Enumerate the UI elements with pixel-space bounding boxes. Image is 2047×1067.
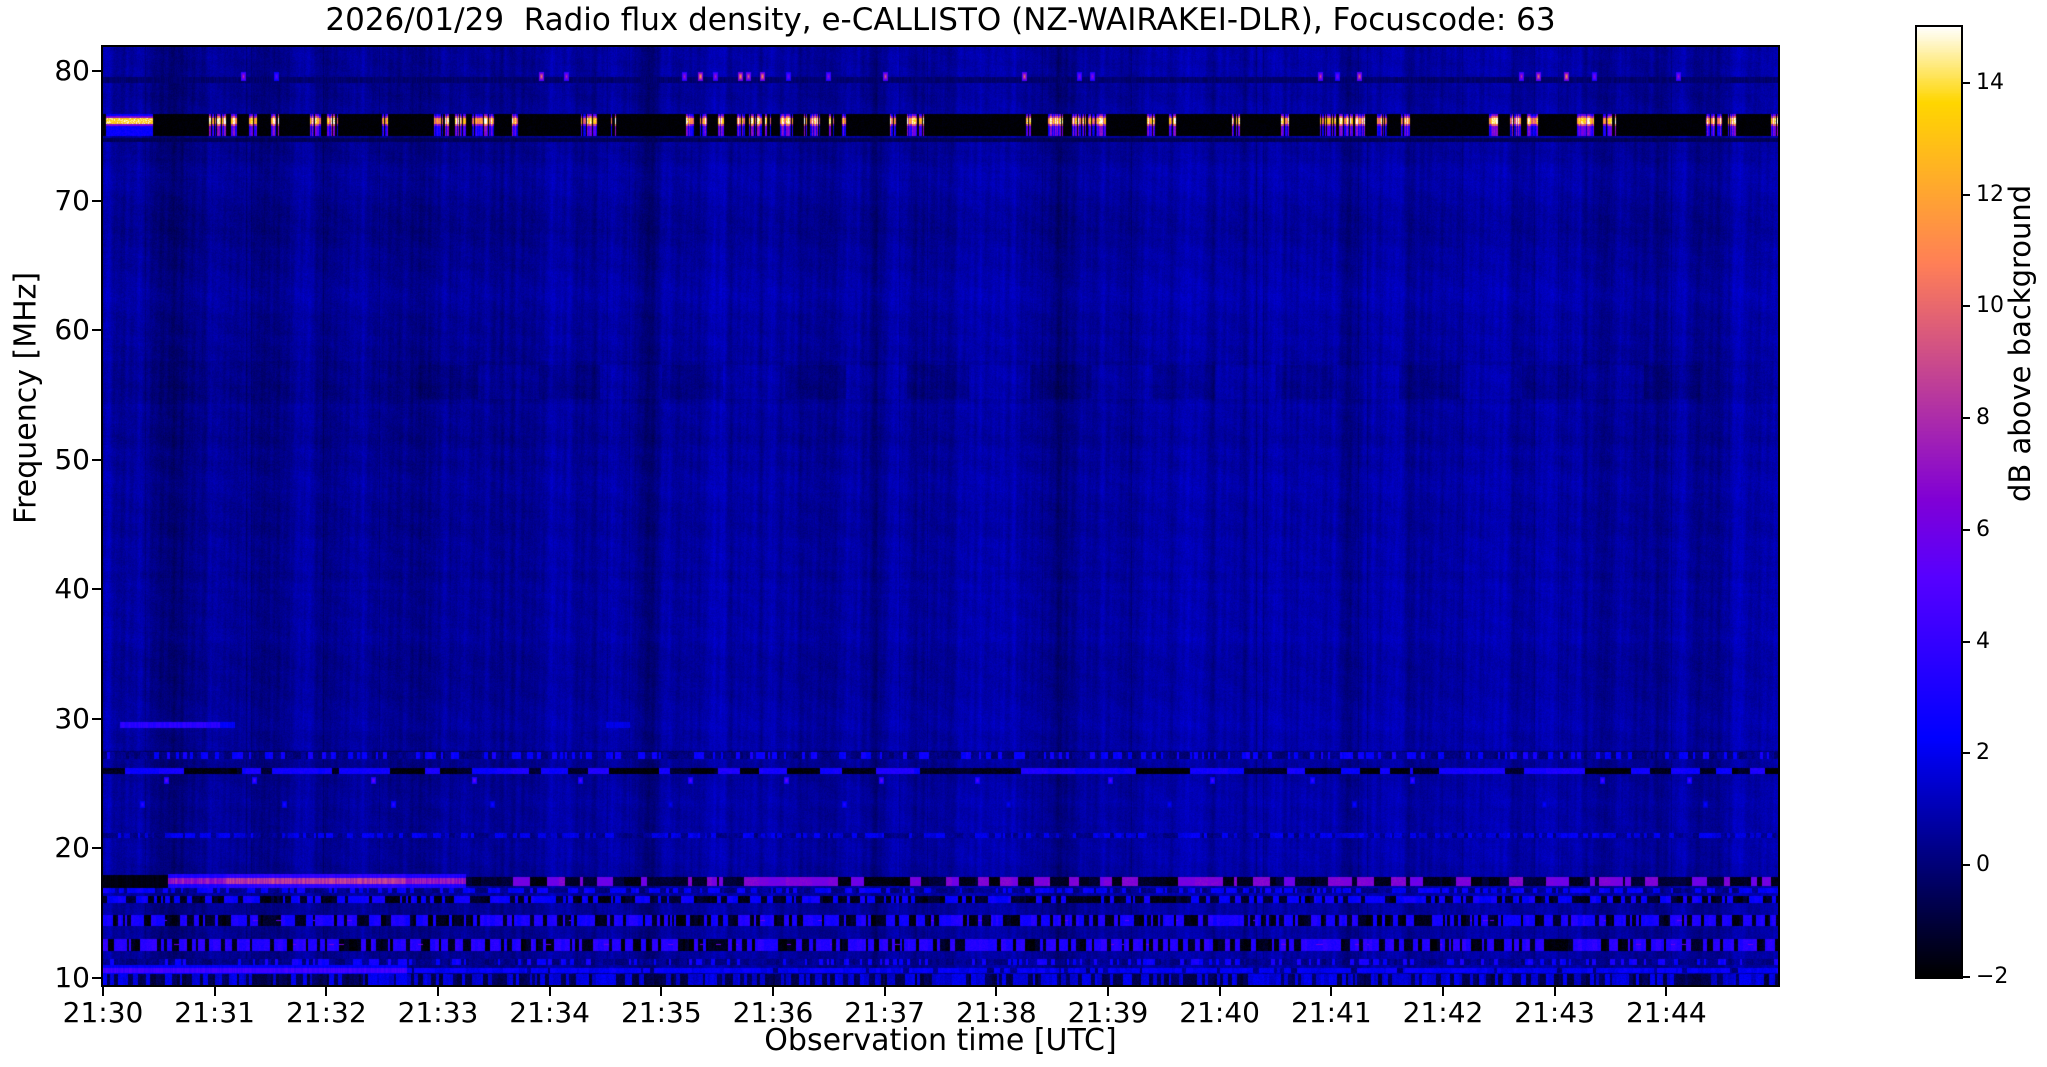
y-tick-label: 70 (54, 183, 90, 217)
y-tick-label: 40 (54, 572, 90, 606)
x-tick-mark (1665, 987, 1668, 996)
colorbar-tick-mark (1963, 976, 1970, 978)
colorbar-tick-label: −2 (1976, 964, 2009, 989)
colorbar-gradient (1917, 27, 1961, 977)
colorbar-tick-label: 10 (1976, 293, 2004, 319)
spectrogram-canvas (103, 47, 1778, 985)
colorbar-tick-mark (1963, 81, 1970, 84)
x-tick-mark (1330, 987, 1333, 996)
x-tick-mark (883, 987, 886, 996)
y-tick-mark (92, 70, 101, 72)
x-tick-mark (1553, 987, 1556, 996)
y-tick-mark (92, 458, 101, 461)
x-tick-mark (102, 987, 104, 996)
y-tick-label: 30 (54, 701, 90, 735)
x-tick-mark (995, 987, 998, 996)
colorbar-tick-mark (1963, 640, 1970, 643)
colorbar-tick-mark (1963, 864, 1970, 867)
x-tick-mark (1218, 987, 1221, 996)
x-tick-mark (1107, 987, 1109, 996)
y-tick-mark (92, 976, 101, 979)
figure: 2026/01/29 Radio flux density, e-CALLIST… (0, 0, 2047, 1067)
y-tick-mark (92, 588, 101, 591)
x-tick-mark (325, 987, 328, 996)
colorbar-tick-label: 4 (1976, 628, 1990, 654)
y-tick-mark (92, 847, 101, 850)
colorbar-tick-label: 2 (1976, 740, 1990, 766)
colorbar-tick-label: 12 (1976, 181, 2004, 207)
colorbar-tick-label: 14 (1976, 69, 2004, 95)
x-tick-mark (660, 987, 663, 996)
x-tick-mark (548, 987, 551, 996)
x-axis-label: Observation time [UTC] (764, 1023, 1117, 1058)
y-tick-label: 80 (54, 54, 90, 87)
y-tick-mark (92, 329, 101, 332)
x-tick-mark (437, 987, 439, 996)
colorbar-tick-mark (1963, 193, 1970, 196)
colorbar-tick-mark (1963, 305, 1970, 308)
y-tick-mark (92, 717, 101, 720)
y-tick-label: 20 (54, 831, 90, 865)
colorbar-tick-label: 8 (1976, 405, 1990, 431)
colorbar-tick-label: 6 (1976, 516, 1990, 542)
colorbar-tick-mark (1963, 417, 1970, 420)
colorbar-tick-mark (1963, 528, 1970, 531)
x-tick-mark (213, 987, 216, 996)
y-tick-mark (92, 199, 101, 202)
colorbar-tick-label: 0 (1976, 852, 1990, 878)
colorbar-tick-mark (1963, 752, 1970, 755)
figure-title: 2026/01/29 Radio flux density, e-CALLIST… (325, 2, 1556, 38)
x-tick-mark (772, 987, 774, 996)
y-tick-label: 10 (54, 960, 90, 994)
x-tick-mark (1442, 987, 1444, 996)
